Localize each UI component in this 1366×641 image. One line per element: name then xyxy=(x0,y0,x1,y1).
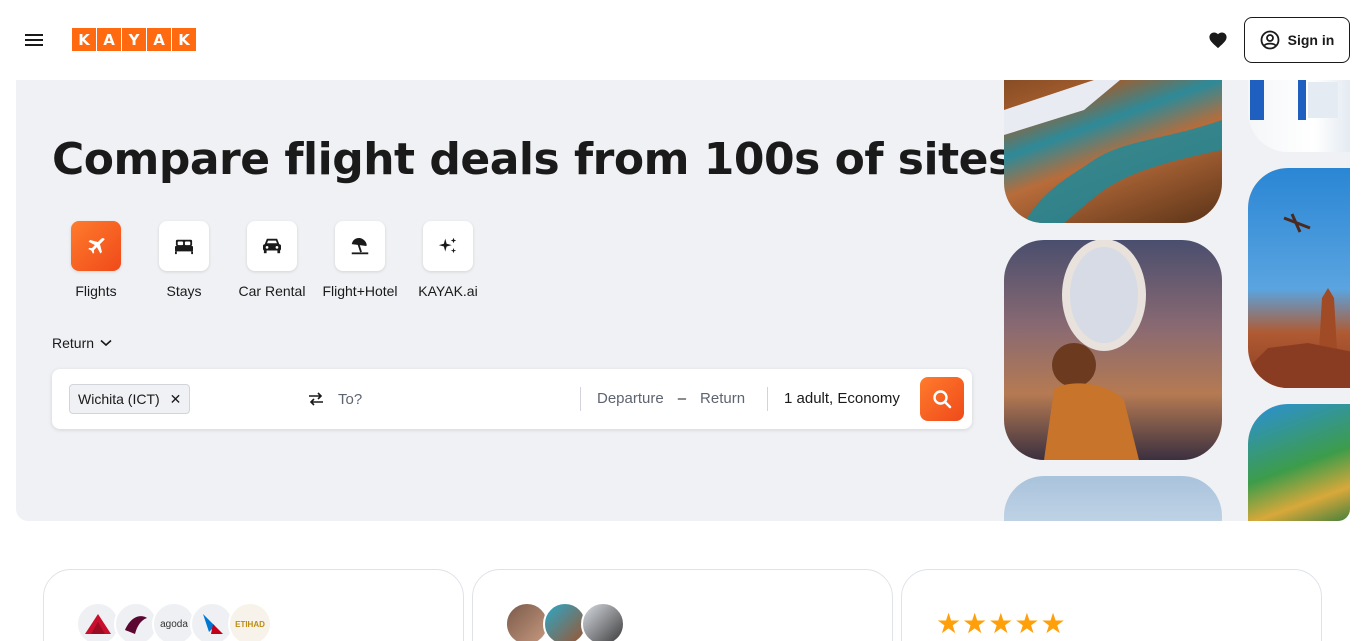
departure-field[interactable]: Departure xyxy=(597,390,664,407)
tab-kayak-ai[interactable]: KAYAK.ai xyxy=(404,221,492,299)
tab-car-rental[interactable]: Car Rental xyxy=(228,221,316,299)
search-button[interactable] xyxy=(920,377,964,421)
sparkles-icon xyxy=(423,221,473,271)
logo-letter: A xyxy=(97,28,121,51)
chevron-down-icon xyxy=(100,339,112,347)
tab-label: Flights xyxy=(75,283,117,299)
flight-search-form: Wichita (ICT) ✕ Departure – Return 1 adu… xyxy=(52,369,972,429)
kayak-logo[interactable]: K A Y A K xyxy=(72,28,197,51)
hero-section: Compare flight deals from 100s of sites.… xyxy=(16,80,1350,521)
vertical-nav: Flights Stays Car Rental Flight+Hotel KA… xyxy=(52,221,492,299)
close-icon[interactable]: ✕ xyxy=(170,391,182,408)
plane-icon xyxy=(71,221,121,271)
swap-icon[interactable] xyxy=(306,389,326,409)
tab-label: Stays xyxy=(166,283,202,299)
person-avatar xyxy=(581,602,625,641)
tab-flights[interactable]: Flights xyxy=(52,221,140,299)
tab-stays[interactable]: Stays xyxy=(140,221,228,299)
etihad-text: ETIHAD xyxy=(235,619,265,629)
sky-image xyxy=(1004,476,1222,521)
return-field[interactable]: Return xyxy=(700,390,745,407)
search-icon xyxy=(933,390,952,409)
partner-logos: agoda ETIHAD xyxy=(76,602,272,641)
logo-letter: A xyxy=(147,28,171,51)
origin-chip[interactable]: Wichita (ICT) ✕ xyxy=(69,384,191,414)
beach-umbrella-icon xyxy=(335,221,385,271)
star-icon: ★ xyxy=(1040,607,1066,640)
heart-icon[interactable] xyxy=(1206,28,1230,52)
star-icon: ★ xyxy=(962,607,988,640)
sign-in-button[interactable]: Sign in xyxy=(1244,17,1350,63)
page-title: Compare flight deals from 100s of sites. xyxy=(52,134,1030,185)
white-house-image xyxy=(1248,80,1350,152)
travelers-selector[interactable]: 1 adult, Economy xyxy=(784,390,900,407)
people-avatars xyxy=(505,602,625,641)
tab-label: KAYAK.ai xyxy=(418,283,478,299)
trip-type-label: Return xyxy=(52,335,95,351)
tab-label: Car Rental xyxy=(238,283,306,299)
star-rating: ★ ★ ★ ★ ★ xyxy=(936,610,1066,638)
logo-letter: K xyxy=(172,28,196,51)
sign-in-label: Sign in xyxy=(1287,32,1335,48)
desert-plane-image xyxy=(1248,168,1350,388)
user-circle-icon xyxy=(1260,30,1280,50)
logo-letter: K xyxy=(72,28,96,51)
date-separator: – xyxy=(677,390,687,407)
trip-type-dropdown[interactable]: Return xyxy=(52,335,112,351)
agoda-text: agoda xyxy=(160,618,188,630)
palm-leaf-image xyxy=(1248,404,1350,521)
tab-label: Flight+Hotel xyxy=(322,283,398,299)
divider xyxy=(580,387,581,411)
bed-icon xyxy=(159,221,209,271)
child-at-airplane-window-image xyxy=(1004,240,1222,460)
testimonials-card xyxy=(472,569,893,641)
partner-logos-card: agoda ETIHAD xyxy=(43,569,464,641)
divider xyxy=(767,387,768,411)
menu-icon[interactable] xyxy=(20,26,48,54)
origin-value: Wichita (ICT) xyxy=(78,391,160,407)
car-icon xyxy=(247,221,297,271)
canyon-aerial-image xyxy=(1004,80,1222,223)
star-icon: ★ xyxy=(936,607,962,640)
date-picker[interactable]: Departure – Return xyxy=(597,390,745,407)
etihad-logo: ETIHAD xyxy=(228,602,272,641)
star-icon: ★ xyxy=(988,607,1014,640)
rating-card: ★ ★ ★ ★ ★ xyxy=(901,569,1322,641)
logo-letter: Y xyxy=(122,28,146,51)
title-text: Compare flight deals from 100s of sites xyxy=(52,134,1014,185)
destination-input[interactable] xyxy=(338,387,558,411)
tab-flight-hotel[interactable]: Flight+Hotel xyxy=(316,221,404,299)
top-header: K A Y A K Sign in xyxy=(0,0,1366,80)
star-icon: ★ xyxy=(1014,607,1040,640)
